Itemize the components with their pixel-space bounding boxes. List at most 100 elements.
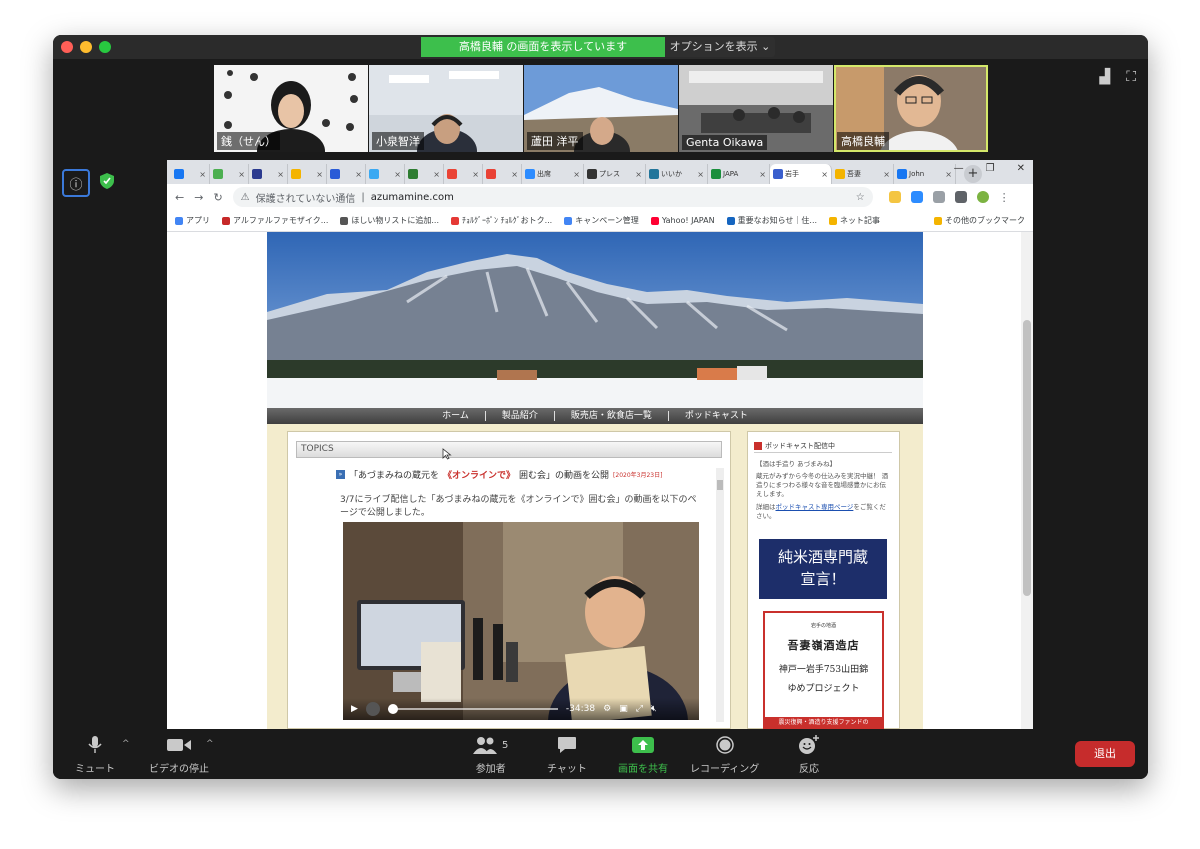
restore-icon[interactable]: ❐	[986, 163, 995, 174]
extension-icon[interactable]	[932, 190, 945, 203]
participant-tile[interactable]: 小泉智洋	[369, 65, 523, 152]
close-icon[interactable]: ×	[635, 170, 642, 179]
browser-tab-active[interactable]: 岩手 ×	[770, 164, 832, 184]
stop-video-button[interactable]: ビデオの停止	[149, 734, 209, 775]
embedded-video-player[interactable]: ▶ -34:38 ⚙ ▣ ⤢ 🔇︎	[343, 522, 699, 720]
browser-tab[interactable]: 出席 ×	[522, 164, 584, 184]
browser-tab[interactable]: ×	[444, 164, 483, 184]
bookmark-item[interactable]: アルファルファモザイク...	[222, 215, 328, 226]
browser-tab[interactable]: JAPA ×	[708, 164, 770, 184]
close-icon[interactable]: ×	[433, 170, 440, 179]
browser-tab[interactable]: プレス ×	[584, 164, 646, 184]
scroll-thumb[interactable]	[1023, 320, 1031, 596]
record-button[interactable]: レコーディング	[690, 734, 759, 775]
close-icon[interactable]: ×	[199, 170, 206, 179]
brewery-banner[interactable]: 岩手の地酒 吾妻嶺酒造店 神戸一岩手753山田錦 ゆめプロジェクト 震災復興・酒…	[763, 611, 884, 729]
mute-icon[interactable]: 🔇︎	[651, 704, 657, 714]
browser-tab[interactable]: ×	[366, 164, 405, 184]
video-progress-knob[interactable]	[387, 704, 398, 714]
close-icon[interactable]: ×	[883, 170, 890, 179]
page-scrollbar[interactable]	[1021, 232, 1033, 729]
close-icon[interactable]: ×	[394, 170, 401, 179]
close-window-button[interactable]	[61, 41, 73, 53]
browser-tab[interactable]: ×	[249, 164, 288, 184]
extension-icon[interactable]	[910, 190, 923, 203]
chat-button[interactable]: チャット	[547, 734, 587, 775]
participant-tile-active-speaker[interactable]: 高橋良輔	[834, 65, 988, 152]
browser-tab[interactable]: いいか ×	[646, 164, 708, 184]
close-icon[interactable]: ×	[277, 170, 284, 179]
more-icon[interactable]: ⋮	[999, 191, 1010, 204]
topics-scrollbar[interactable]	[716, 468, 724, 722]
close-icon[interactable]: ×	[511, 170, 518, 179]
bookmark-item[interactable]: ﾁｮﾙｸﾞｰﾎﾟﾝ ﾁｮﾙｸﾞおトク...	[451, 215, 552, 226]
participant-tile[interactable]: 蘆田 洋平	[524, 65, 678, 152]
close-icon[interactable]: ×	[472, 170, 479, 179]
zoom-window-button[interactable]	[99, 41, 111, 53]
fullscreen-icon[interactable]: ⛶	[1126, 69, 1136, 85]
layout-icon[interactable]: ▟	[1099, 69, 1110, 85]
scroll-thumb[interactable]	[717, 480, 723, 490]
close-icon[interactable]: ×	[316, 170, 323, 179]
nav-podcast[interactable]: ポッドキャスト	[669, 411, 764, 421]
article-title[interactable]: » 「あづまみねの蔵元を 《オンラインで》 囲む会」の動画を公開 [2020年3月2…	[336, 468, 662, 481]
mute-button[interactable]: ミュート	[75, 734, 115, 775]
participant-tile[interactable]: 銭（せん）	[214, 65, 368, 152]
extension-icon[interactable]	[888, 190, 901, 203]
meeting-info-icon[interactable]: ⓘ	[62, 169, 90, 197]
audio-options-chevron-icon[interactable]: ^	[122, 739, 130, 749]
address-bar[interactable]: ⚠ 保護されていない通信 | azumamine.com ☆	[232, 187, 873, 207]
reload-icon[interactable]: ↻	[213, 191, 222, 204]
browser-tab[interactable]: 吾妻 ×	[832, 164, 894, 184]
close-icon[interactable]: ×	[945, 170, 952, 179]
settings-icon[interactable]: ⚙	[603, 704, 611, 714]
forward-icon[interactable]: →	[194, 191, 203, 204]
bookmark-item[interactable]: ほしい物リストに追加...	[340, 215, 439, 226]
minimize-icon[interactable]: —	[954, 163, 964, 174]
close-icon[interactable]: ×	[821, 170, 828, 179]
close-icon[interactable]: ✕	[1017, 163, 1025, 174]
browser-tab[interactable]: ×	[483, 164, 522, 184]
bookmark-item[interactable]: Yahoo! JAPAN	[650, 216, 715, 225]
browser-tab[interactable]: ×	[405, 164, 444, 184]
podcast-page-link[interactable]: ポッドキャスト専用ページ	[776, 503, 854, 511]
profile-avatar[interactable]	[976, 190, 989, 203]
bookmark-item[interactable]: ネット記事	[829, 215, 880, 226]
share-screen-button[interactable]: 画面を共有	[618, 734, 668, 775]
back-icon[interactable]: ←	[175, 191, 184, 204]
fullscreen-icon[interactable]: ⤢	[636, 704, 643, 714]
participants-button[interactable]: 5 参加者	[473, 734, 508, 775]
chat-icon	[557, 734, 577, 756]
puzzle-icon[interactable]	[954, 190, 967, 203]
browser-tab[interactable]: ×	[288, 164, 327, 184]
close-icon[interactable]: ×	[697, 170, 704, 179]
browser-tab[interactable]: John ×	[894, 164, 956, 184]
encryption-shield-icon[interactable]	[100, 173, 114, 189]
nav-stores[interactable]: 販売店・飲食店一覧	[555, 411, 669, 421]
play-icon[interactable]: ▶	[351, 704, 358, 714]
nav-products[interactable]: 製品紹介	[486, 411, 555, 421]
reactions-button[interactable]: 反応	[798, 734, 820, 775]
other-bookmarks[interactable]: その他のブックマーク	[934, 215, 1025, 226]
browser-tab[interactable]: ×	[327, 164, 366, 184]
participant-tile[interactable]: Genta Oikawa	[679, 65, 833, 152]
video-options-chevron-icon[interactable]: ^	[206, 739, 214, 749]
nav-home[interactable]: ホーム	[426, 411, 486, 421]
close-icon[interactable]: ×	[355, 170, 362, 179]
junmai-declaration-banner[interactable]: 純米酒専門蔵 宣言！	[759, 539, 887, 599]
bookmark-item[interactable]: 重要なお知らせ｜住...	[726, 215, 817, 226]
leave-meeting-button[interactable]: 退出	[1075, 741, 1135, 767]
close-icon[interactable]: ×	[573, 170, 580, 179]
browser-tab[interactable]: ×	[210, 164, 249, 184]
video-progress-track[interactable]	[387, 704, 558, 714]
browser-tab[interactable]: ×	[171, 164, 210, 184]
bookmark-item[interactable]: キャンペーン管理	[564, 215, 639, 226]
close-icon[interactable]: ×	[759, 170, 766, 179]
minimize-window-button[interactable]	[80, 41, 92, 53]
pip-icon[interactable]: ▣	[619, 704, 628, 714]
bookmark-item[interactable]: アプリ	[175, 215, 210, 226]
bookmark-label: ほしい物リストに追加...	[351, 216, 440, 225]
view-options-button[interactable]: オプションを表示 ⌄	[665, 37, 775, 57]
star-icon[interactable]: ☆	[856, 192, 865, 203]
close-icon[interactable]: ×	[238, 170, 245, 179]
